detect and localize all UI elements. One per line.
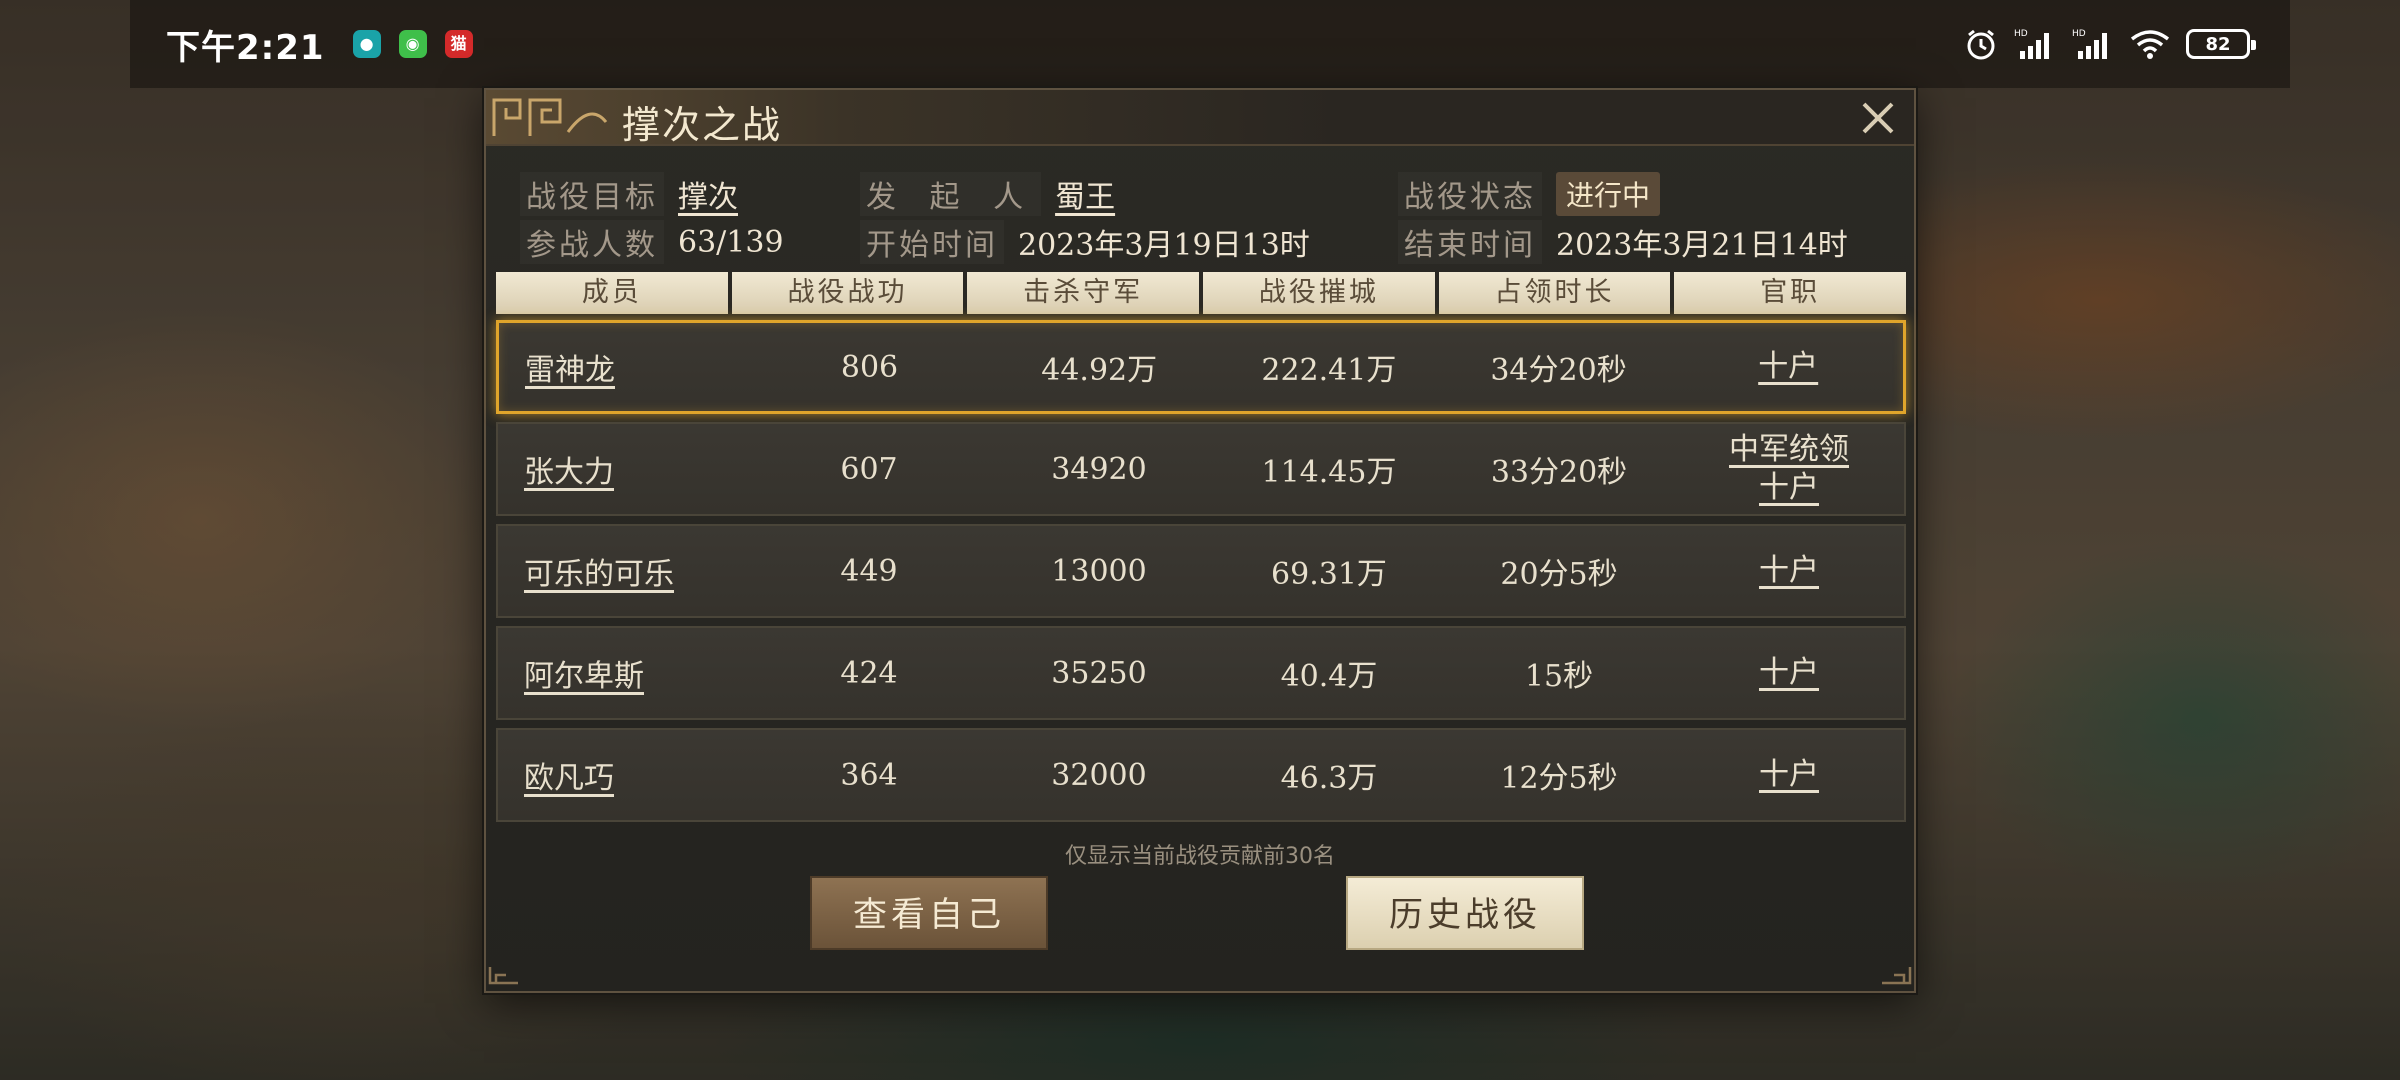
view-self-button[interactable]: 查看自己 xyxy=(810,876,1048,950)
member-name[interactable]: 可乐的可乐 xyxy=(498,549,754,593)
target-value[interactable]: 撑次 xyxy=(678,172,738,216)
kills-value: 44.92万 xyxy=(1041,353,1158,388)
duration-value: 15秒 xyxy=(1524,659,1594,694)
member-name[interactable]: 张大力 xyxy=(498,447,754,491)
rank-title-primary: 中军统领 xyxy=(1729,432,1849,467)
column-header-merit[interactable]: 战役战功 xyxy=(731,272,964,314)
info-start: 开始时间 2023年3月19日13时 xyxy=(860,220,1310,264)
end-value: 2023年3月21日14时 xyxy=(1556,228,1848,263)
svg-text:HD: HD xyxy=(2072,29,2086,39)
battle-dialog: 撑次之战 战役目标 撑次 发 起 人 蜀王 战役状态 进行中 参战人数 63/1… xyxy=(484,88,1916,993)
footnote-text: 仅显示当前战役贡献前30名 xyxy=(1065,844,1335,869)
column-header-kills[interactable]: 击杀守军 xyxy=(967,272,1200,314)
member-list: 雷神龙 806 44.92万 222.41万 34分20秒 十户 张大力 607… xyxy=(496,320,1906,830)
rank-title[interactable]: 十户 xyxy=(1674,756,1904,794)
rank-title[interactable]: 中军统领 十户 xyxy=(1674,431,1904,507)
siege-value: 222.41万 xyxy=(1261,353,1397,388)
status-bar: 下午2:21 ● ◉ 猫 HD HD 82 xyxy=(130,0,2290,88)
rank-title-secondary: 十户 xyxy=(1759,470,1819,505)
siege-value: 46.3万 xyxy=(1280,761,1378,796)
siege-value: 40.4万 xyxy=(1280,659,1378,694)
rank-title-primary: 十户 xyxy=(1759,757,1819,792)
rank-title[interactable]: 十户 xyxy=(1673,348,1903,386)
rank-title-primary: 十户 xyxy=(1759,655,1819,690)
column-header-duration[interactable]: 占领时长 xyxy=(1438,272,1671,314)
kills-value: 32000 xyxy=(1051,757,1147,793)
status-label: 战役状态 xyxy=(1398,172,1542,216)
column-header-member[interactable]: 成员 xyxy=(496,272,728,314)
kills-value: 34920 xyxy=(1051,451,1147,487)
wechat-app-icon: ◉ xyxy=(398,30,427,58)
svg-text:HD: HD xyxy=(2014,29,2028,39)
end-label: 结束时间 xyxy=(1398,220,1542,264)
column-header-siege[interactable]: 战役摧城 xyxy=(1203,272,1435,314)
close-icon[interactable] xyxy=(1856,96,1900,140)
duration-value: 33分20秒 xyxy=(1490,455,1628,490)
table-row[interactable]: 雷神龙 806 44.92万 222.41万 34分20秒 十户 xyxy=(496,320,1906,414)
siege-value: 114.45万 xyxy=(1261,455,1397,490)
member-name[interactable]: 欧凡巧 xyxy=(498,753,754,797)
table-row[interactable]: 张大力 607 34920 114.45万 33分20秒 中军统领 十户 xyxy=(496,422,1906,516)
title-ornament-icon xyxy=(492,98,608,136)
wifi-icon xyxy=(2130,30,2170,59)
merit-value: 364 xyxy=(840,757,898,793)
table-row[interactable]: 欧凡巧 364 32000 46.3万 12分5秒 十户 xyxy=(496,728,1906,822)
column-header-title[interactable]: 官职 xyxy=(1674,272,1907,314)
start-label: 开始时间 xyxy=(860,220,1004,264)
table-row[interactable]: 阿尔卑斯 424 35250 40.4万 15秒 十户 xyxy=(496,626,1906,720)
battery-indicator: 82 xyxy=(2186,29,2256,59)
initiator-label: 发 起 人 xyxy=(860,172,1041,216)
rank-title[interactable]: 十户 xyxy=(1674,654,1904,692)
dialog-title-bar: 撑次之战 xyxy=(486,90,1914,147)
merit-value: 449 xyxy=(840,553,898,589)
siege-value: 69.31万 xyxy=(1271,557,1387,592)
member-name[interactable]: 阿尔卑斯 xyxy=(498,651,754,695)
info-status: 战役状态 进行中 xyxy=(1398,172,1661,216)
duration-value: 34分20秒 xyxy=(1490,353,1627,388)
target-label: 战役目标 xyxy=(520,172,664,216)
info-initiator: 发 起 人 蜀王 xyxy=(860,172,1115,216)
start-value: 2023年3月19日13时 xyxy=(1018,228,1310,263)
initiator-value[interactable]: 蜀王 xyxy=(1055,172,1115,216)
rank-title[interactable]: 十户 xyxy=(1674,552,1904,590)
alarm-icon xyxy=(1967,29,1995,60)
corner-ornament-icon xyxy=(1882,967,1912,985)
participants-value: 63/139 xyxy=(678,224,784,260)
kills-value: 13000 xyxy=(1051,553,1147,589)
merit-value: 424 xyxy=(840,655,898,691)
merit-value: 806 xyxy=(840,349,899,385)
participants-label: 参战人数 xyxy=(520,220,664,264)
chat-app-icon: ● xyxy=(352,30,381,58)
corner-ornament-icon xyxy=(488,967,518,985)
info-end: 结束时间 2023年3月21日14时 xyxy=(1398,220,1848,264)
table-row[interactable]: 可乐的可乐 449 13000 69.31万 20分5秒 十户 xyxy=(496,524,1906,618)
info-participants: 参战人数 63/139 xyxy=(520,220,784,264)
status-badge: 进行中 xyxy=(1556,172,1661,216)
signal-icon-2: HD xyxy=(2072,29,2107,59)
game-app-icon: 猫 xyxy=(444,30,473,58)
duration-value: 20分5秒 xyxy=(1500,557,1618,592)
info-target: 战役目标 撑次 xyxy=(520,172,738,216)
status-time: 下午2:21 xyxy=(166,27,325,68)
member-name[interactable]: 雷神龙 xyxy=(499,345,755,389)
duration-value: 12分5秒 xyxy=(1500,761,1618,796)
table-header: 成员 战役战功 击杀守军 战役摧城 占领时长 官职 xyxy=(496,272,1907,314)
signal-icon: HD xyxy=(2014,29,2049,59)
rank-title-primary: 十户 xyxy=(1758,349,1819,384)
history-battles-button[interactable]: 历史战役 xyxy=(1346,876,1584,950)
kills-value: 35250 xyxy=(1051,655,1147,691)
dialog-title: 撑次之战 xyxy=(622,103,783,147)
merit-value: 607 xyxy=(840,451,898,487)
rank-title-primary: 十户 xyxy=(1759,553,1819,588)
